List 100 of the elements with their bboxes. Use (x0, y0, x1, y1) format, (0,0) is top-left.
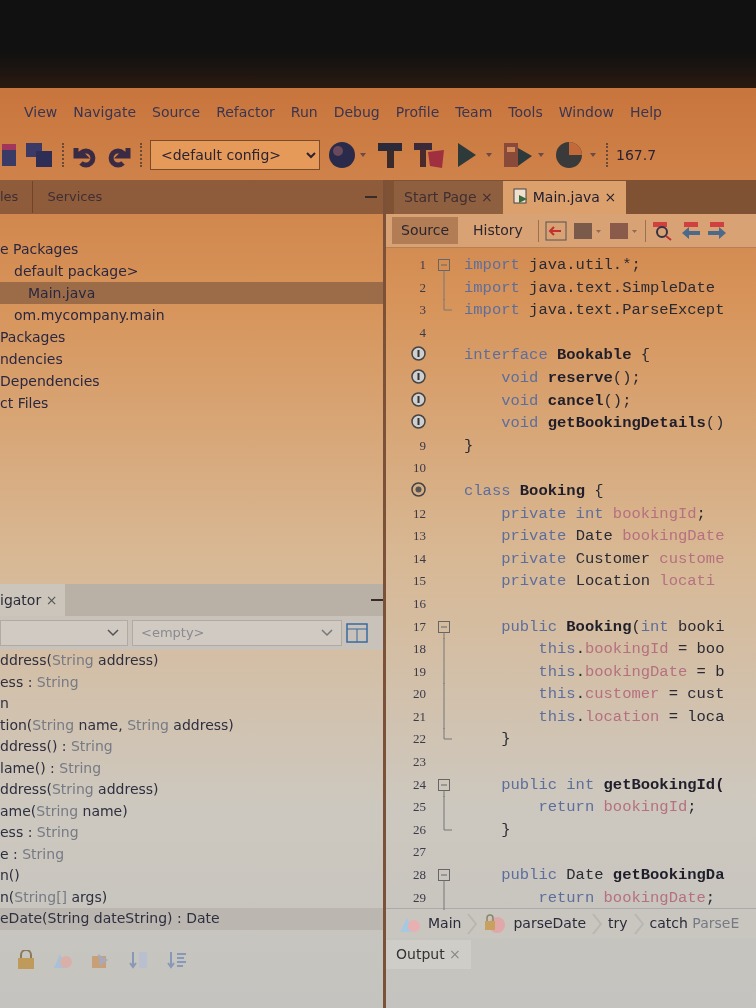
menu-item[interactable]: Navigate (65, 97, 145, 127)
breadcrumb-item[interactable]: Main (428, 913, 462, 934)
line-number: 17 (413, 618, 426, 634)
line-number: 16 (413, 595, 426, 611)
line-number: 10 (413, 460, 426, 476)
code-line: private Date bookingDate (500, 526, 725, 548)
debug-icon[interactable] (502, 140, 546, 170)
line-number: 4 (419, 324, 426, 340)
breadcrumb-item[interactable]: parseDate (513, 913, 586, 934)
menu-item[interactable]: Window (550, 97, 622, 127)
line-number: 22 (413, 731, 426, 747)
menu-item[interactable]: Source (144, 97, 209, 127)
code-line: void reserve(); (500, 367, 641, 389)
line-number: 20 (413, 686, 426, 702)
menu-item[interactable]: Refactor (208, 97, 283, 127)
windows-icon[interactable] (24, 141, 54, 169)
method-lock-icon (483, 913, 508, 934)
menu-item[interactable]: Team (447, 97, 501, 127)
code-line: private int bookingId; (500, 503, 706, 525)
menu-item[interactable]: Help (622, 97, 670, 127)
view-toggle[interactable]: Source (392, 217, 459, 244)
output-tab[interactable]: Output × (386, 939, 471, 969)
code-line: import java.util.*; (464, 255, 641, 276)
navigator-item[interactable]: eDate(String dateString) : Date (0, 908, 383, 930)
menu-item[interactable]: Profile (387, 97, 448, 127)
line-number: 2 (419, 279, 426, 295)
navigator-item[interactable]: ess : String (0, 822, 383, 844)
interface-marker-icon[interactable] (411, 391, 426, 407)
line-number: 24 (413, 776, 426, 792)
navigator-item[interactable]: tion(String name, String address) (0, 714, 383, 736)
window-icon[interactable] (2, 142, 16, 168)
code-line: interface Bookable { (464, 345, 651, 367)
line-number: 25 (413, 799, 426, 815)
line-number: 1 (419, 257, 426, 272)
navigator-item[interactable]: lame() : String (0, 757, 383, 779)
menu-item[interactable]: View (16, 97, 66, 127)
tree-item[interactable]: e Packages (0, 238, 383, 260)
interface-marker-icon[interactable] (411, 368, 426, 384)
code-line: void getBookingDetails() (500, 413, 725, 435)
globe-icon[interactable] (328, 140, 368, 170)
navigator-item[interactable]: n (0, 693, 383, 715)
tree-item[interactable]: ndencies (0, 348, 383, 370)
code-line: void cancel(); (500, 390, 632, 412)
hammer-brush-icon[interactable] (412, 140, 446, 170)
navigator-tab[interactable]: igator × (0, 584, 66, 616)
line-number: 19 (413, 663, 426, 679)
line-number: 15 (413, 573, 426, 589)
navigator-item[interactable]: ddress(String address) (0, 779, 383, 801)
view-toggle[interactable]: History (464, 217, 532, 244)
navigator-item[interactable]: e : String (0, 843, 383, 865)
next-icon[interactable] (707, 220, 726, 241)
tree-item[interactable]: Dependencies (0, 370, 383, 392)
breadcrumb-item[interactable]: catch ParseE (649, 913, 740, 934)
line-number: 13 (413, 528, 426, 544)
profile-icon[interactable] (554, 140, 598, 170)
line-number: 23 (413, 754, 426, 770)
line-number: 28 (413, 867, 426, 883)
chevron-down-icon (107, 629, 119, 637)
java-file-icon (512, 188, 529, 204)
target-marker-icon[interactable] (411, 481, 426, 497)
comment-icon[interactable] (608, 220, 639, 241)
panel-layout-icon[interactable] (346, 623, 368, 643)
navigator-item[interactable]: ess : String (0, 671, 383, 693)
code-line: private Customer custome (500, 548, 725, 570)
line-number: 9 (419, 437, 426, 453)
hammer-icon[interactable] (376, 140, 404, 170)
interface-marker-icon[interactable] (411, 414, 426, 430)
menu-item[interactable]: Tools (500, 97, 551, 127)
navigator-item[interactable]: n(String[] args) (0, 886, 383, 908)
tree-item[interactable]: default package> (0, 260, 383, 282)
code-line: this.bookingDate = b (537, 661, 725, 683)
code-line: private Location locati (500, 571, 716, 593)
editor-tab[interactable]: Main.java × (502, 181, 627, 214)
navigator-item[interactable]: ddress(String address) (0, 650, 383, 672)
code-line: import java.text.ParseExcept (464, 300, 725, 322)
interface-marker-icon[interactable] (411, 346, 426, 362)
line-number: 21 (413, 708, 426, 724)
menu-item[interactable]: Debug (325, 97, 388, 127)
lock-icon[interactable] (16, 950, 36, 970)
tree-item[interactable]: om.mycompany.main (0, 304, 383, 326)
code-line: } (464, 435, 474, 457)
comment-icon[interactable] (572, 220, 603, 241)
code-line: } (500, 729, 511, 751)
navigator-item[interactable]: ame(String name) (0, 800, 383, 822)
code-line: return bookingId; (537, 797, 697, 819)
code-line: public Booking(int booki (500, 616, 725, 638)
line-number: 12 (413, 505, 426, 521)
code-line: public int getBookingId( (500, 774, 725, 796)
line-number: 18 (413, 641, 426, 657)
navigator-item[interactable]: ddress() : String (0, 736, 383, 758)
configuration-select[interactable]: <default config> (150, 140, 320, 170)
breadcrumb-item[interactable]: try (608, 913, 628, 934)
search-icon[interactable] (651, 220, 674, 241)
code-line: class Booking { (464, 480, 604, 502)
navigator-item[interactable]: n() (0, 865, 383, 887)
tree-item[interactable]: Packages (0, 326, 383, 348)
code-line: this.customer = cust (537, 684, 725, 706)
code-line: public Date getBookingDa (500, 865, 725, 887)
menu-item[interactable]: Run (282, 97, 326, 127)
tree-item[interactable]: ct Files (0, 392, 383, 414)
